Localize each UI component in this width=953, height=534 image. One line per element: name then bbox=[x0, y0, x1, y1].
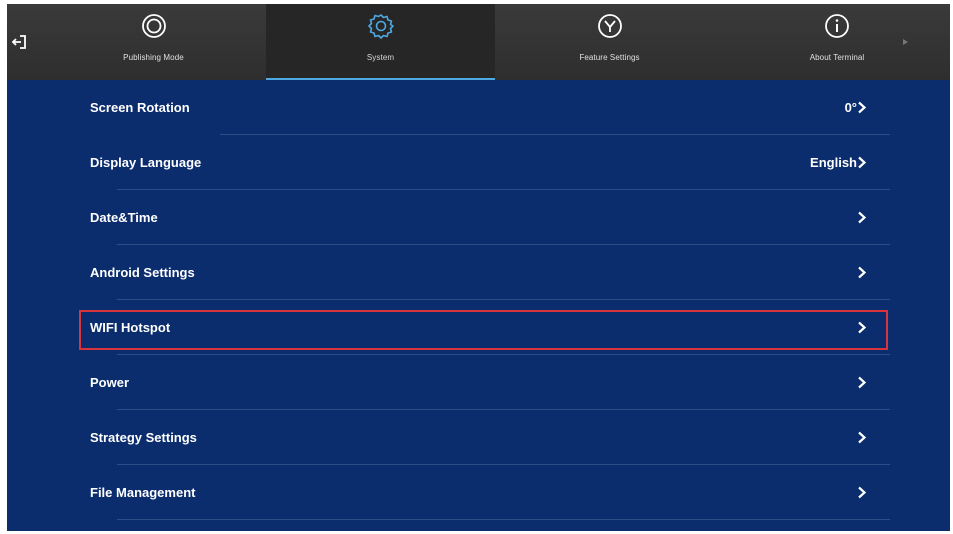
exit-icon bbox=[11, 35, 26, 49]
tab-system[interactable]: System bbox=[266, 4, 495, 80]
settings-item-value: English bbox=[810, 155, 857, 170]
settings-item-wifi-hotspot[interactable]: WIFI Hotspot bbox=[7, 300, 950, 355]
settings-item-label: WIFI Hotspot bbox=[90, 320, 171, 335]
settings-item-file-management[interactable]: File Management bbox=[7, 465, 950, 520]
settings-item-screen-rotation[interactable]: Screen Rotation 0° bbox=[7, 80, 950, 135]
gear-icon bbox=[367, 14, 394, 39]
exit-button[interactable] bbox=[9, 32, 29, 52]
divider bbox=[117, 519, 890, 520]
tab-label: Publishing Mode bbox=[123, 53, 184, 62]
settings-item-label: Power bbox=[90, 375, 130, 390]
tab-label: System bbox=[366, 53, 395, 62]
chevron-right-icon bbox=[858, 266, 867, 279]
tab-label: About Terminal bbox=[809, 53, 865, 62]
settings-item-label: Strategy Settings bbox=[90, 430, 197, 445]
settings-item-label: Screen Rotation bbox=[90, 100, 190, 115]
settings-item-label: File Management bbox=[90, 485, 196, 500]
settings-item-display-language[interactable]: Display Language English bbox=[7, 135, 950, 190]
settings-list: Screen Rotation 0° Display Language Engl… bbox=[7, 80, 950, 520]
tab-publishing-mode[interactable]: Publishing Mode bbox=[41, 4, 266, 80]
top-navigation-bar: Publishing Mode System Feature Settings bbox=[7, 4, 950, 80]
tab-feature-settings[interactable]: Feature Settings bbox=[495, 4, 724, 80]
info-icon bbox=[825, 14, 849, 38]
settings-item-date-time[interactable]: Date&Time bbox=[7, 190, 950, 245]
settings-item-label: Display Language bbox=[90, 155, 202, 170]
chevron-right-icon bbox=[858, 486, 867, 499]
tab-label: Feature Settings bbox=[579, 53, 640, 62]
chevron-right-icon bbox=[858, 211, 867, 224]
publishing-mode-icon bbox=[141, 14, 166, 38]
app-window: Publishing Mode System Feature Settings bbox=[7, 4, 950, 531]
tab-about-terminal[interactable]: About Terminal bbox=[724, 4, 950, 80]
settings-item-label: Android Settings bbox=[90, 265, 195, 280]
chevron-right-icon bbox=[858, 431, 867, 444]
chevron-right-icon bbox=[858, 101, 867, 114]
settings-item-power[interactable]: Power bbox=[7, 355, 950, 410]
chevron-right-icon bbox=[858, 321, 867, 334]
play-icon bbox=[903, 39, 908, 45]
settings-item-strategy-settings[interactable]: Strategy Settings bbox=[7, 410, 950, 465]
chevron-right-icon bbox=[858, 156, 867, 169]
settings-item-label: Date&Time bbox=[90, 210, 158, 225]
chevron-right-icon bbox=[858, 376, 867, 389]
feature-settings-icon bbox=[597, 14, 622, 38]
settings-item-android-settings[interactable]: Android Settings bbox=[7, 245, 950, 300]
